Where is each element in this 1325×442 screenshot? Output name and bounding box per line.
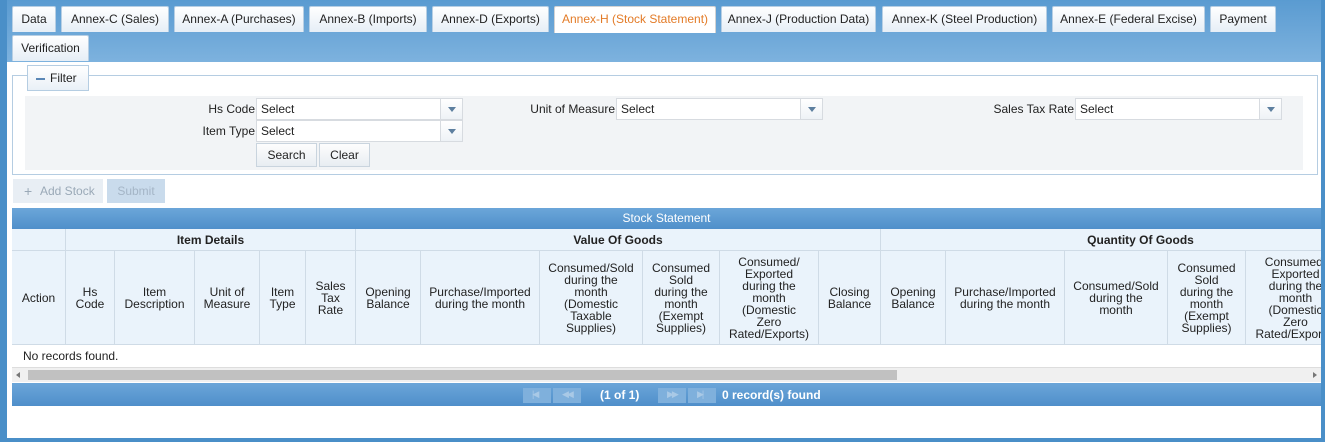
tab-payment[interactable]: Payment — [1210, 6, 1276, 32]
chevron-down-icon[interactable] — [800, 99, 822, 119]
column-header-consumed-sold-exempt-quantity[interactable]: Consumed Sold during the month (Exempt S… — [1168, 251, 1246, 345]
item-type-label: Item Type — [202, 124, 255, 138]
plus-icon: + — [24, 183, 33, 199]
chevron-down-icon[interactable] — [440, 99, 462, 119]
first-page-button[interactable]: |◀ — [523, 388, 551, 403]
next-page-button[interactable]: ▶▶ — [658, 388, 686, 403]
tab-data[interactable]: Data — [12, 6, 56, 32]
scrollbar-thumb[interactable] — [28, 370, 897, 380]
tab-annex-h[interactable]: Annex-H (Stock Statement) — [554, 6, 716, 33]
unit-of-measure-value: Select — [621, 102, 655, 116]
column-header-item-type[interactable]: Item Type — [260, 251, 306, 345]
column-header-unit-of-measure[interactable]: Unit of Measure — [195, 251, 260, 345]
column-header-closing-balance-value[interactable]: Closing Balance — [819, 251, 881, 345]
hs-code-label: Hs Code — [208, 102, 255, 116]
add-stock-button[interactable]: + Add Stock — [13, 179, 103, 203]
column-header-item-description[interactable]: Item Description — [115, 251, 195, 345]
scroll-left-icon[interactable] — [16, 372, 20, 378]
filter-legend-label: Filter — [50, 71, 77, 85]
column-header-purchase-imported-quantity[interactable]: Purchase/Imported during the month — [946, 251, 1065, 345]
column-header-action[interactable]: Action — [12, 251, 66, 345]
column-header-consumed-sold-exempt-value[interactable]: Consumed Sold during the month (Exempt S… — [643, 251, 720, 345]
stock-statement-grid: Stock Statement Item Details Value Of Go… — [12, 208, 1321, 408]
chevron-down-icon[interactable] — [440, 121, 462, 141]
first-page-icon: |◀ — [532, 389, 539, 399]
app-frame: Data Annex-C (Sales) Annex-A (Purchases)… — [0, 0, 1325, 442]
tab-annex-j[interactable]: Annex-J (Production Data) — [721, 6, 876, 32]
last-page-icon: ▶| — [697, 389, 704, 399]
unit-of-measure-label: Unit of Measure — [530, 102, 615, 116]
page-indicator: (1 of 1) — [600, 388, 640, 402]
tab-annex-a[interactable]: Annex-A (Purchases) — [174, 6, 304, 32]
tab-annex-c[interactable]: Annex-C (Sales) — [61, 6, 169, 32]
tab-bar: Data Annex-C (Sales) Annex-A (Purchases)… — [7, 0, 1321, 62]
last-page-button[interactable]: ▶| — [688, 388, 716, 403]
tab-verification[interactable]: Verification — [12, 35, 89, 61]
column-header-consumed-exported-quantity[interactable]: Consumed/ Exported during the month (Dom… — [1246, 251, 1321, 345]
unit-of-measure-select[interactable]: Select — [616, 98, 823, 120]
hs-code-value: Select — [261, 102, 295, 116]
column-header-opening-balance-value[interactable]: Opening Balance — [356, 251, 421, 345]
filter-toggle[interactable]: Filter — [27, 65, 89, 91]
tab-annex-e[interactable]: Annex-E (Federal Excise) — [1052, 6, 1205, 32]
column-header-hs-code[interactable]: Hs Code — [66, 251, 115, 345]
tab-annex-k[interactable]: Annex-K (Steel Production) — [882, 6, 1047, 32]
hs-code-select[interactable]: Select — [256, 98, 463, 120]
filter-body: Hs Code Select Unit of Measure Select Sa… — [25, 96, 1303, 170]
column-header-opening-balance-quantity[interactable]: Opening Balance — [881, 251, 946, 345]
clear-button[interactable]: Clear — [319, 143, 370, 167]
column-header-consumed-sold-quantity[interactable]: Consumed/Sold during the month — [1065, 251, 1168, 345]
next-page-icon: ▶▶ — [667, 389, 679, 399]
filter-panel: Filter Hs Code Select Unit of Measure Se… — [12, 65, 1318, 175]
column-header-consumed-exported-value[interactable]: Consumed/ Exported during the month (Dom… — [720, 251, 819, 345]
item-type-value: Select — [261, 124, 295, 138]
sales-tax-rate-label: Sales Tax Rate — [993, 102, 1075, 116]
collapse-icon — [36, 78, 45, 80]
prev-page-icon: ◀◀ — [562, 389, 574, 399]
tab-annex-b[interactable]: Annex-B (Imports) — [309, 6, 427, 32]
group-header-empty — [12, 229, 66, 251]
prev-page-button[interactable]: ◀◀ — [553, 388, 581, 403]
record-count: 0 record(s) found — [722, 388, 821, 402]
empty-message: No records found. — [12, 345, 1321, 367]
horizontal-scrollbar[interactable] — [12, 367, 1321, 382]
add-stock-label: Add Stock — [40, 184, 95, 198]
column-header-consumed-sold-taxable-value[interactable]: Consumed/Sold during the month (Domestic… — [540, 251, 643, 345]
grid-title: Stock Statement — [12, 208, 1321, 229]
column-header-purchase-imported-value[interactable]: Purchase/Imported during the month — [421, 251, 540, 345]
item-type-select[interactable]: Select — [256, 120, 463, 142]
scroll-right-icon[interactable] — [1313, 372, 1317, 378]
submit-button[interactable]: Submit — [107, 179, 165, 203]
sales-tax-rate-value: Select — [1080, 102, 1114, 116]
content-area: Data Annex-C (Sales) Annex-A (Purchases)… — [7, 0, 1321, 438]
paginator: |◀ ◀◀ (1 of 1) ▶▶ ▶| 0 record(s) found — [12, 383, 1321, 406]
tab-annex-d[interactable]: Annex-D (Exports) — [432, 6, 549, 32]
sales-tax-rate-select[interactable]: Select — [1075, 98, 1282, 120]
group-header-quantity-of-goods: Quantity Of Goods — [881, 229, 1321, 251]
search-button[interactable]: Search — [256, 143, 317, 167]
chevron-down-icon[interactable] — [1259, 99, 1281, 119]
group-header-item-details: Item Details — [66, 229, 356, 251]
column-header-sales-tax-rate[interactable]: Sales Tax Rate — [306, 251, 356, 345]
group-header-value-of-goods: Value Of Goods — [356, 229, 881, 251]
